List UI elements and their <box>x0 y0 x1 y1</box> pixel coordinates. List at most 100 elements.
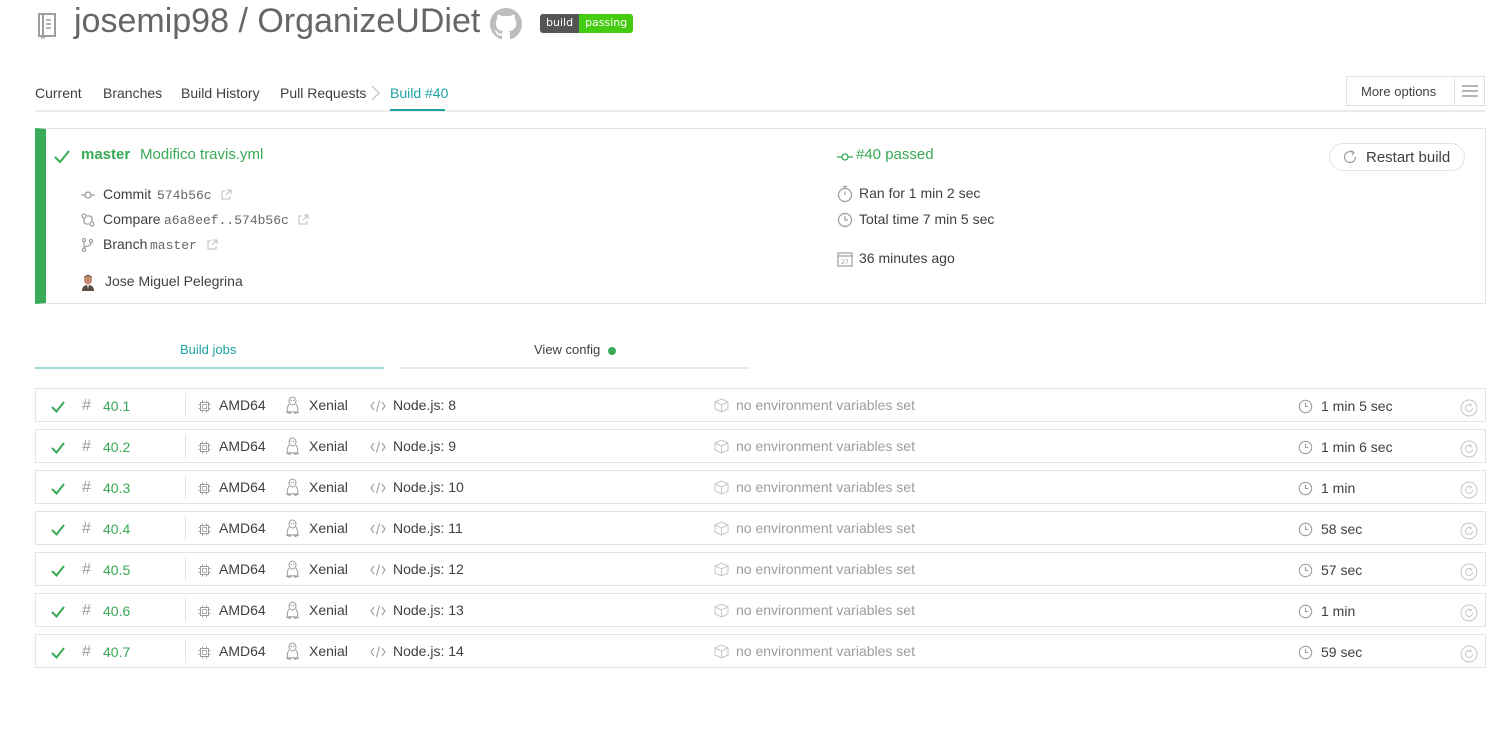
code-icon <box>370 646 386 658</box>
job-hash: # <box>82 397 91 414</box>
linux-icon <box>285 601 300 619</box>
job-number: 40.2 <box>103 439 131 455</box>
tab-current[interactable]: Current <box>35 85 82 101</box>
job-number: 40.5 <box>103 562 131 578</box>
job-duration: 1 min 5 sec <box>1321 398 1393 414</box>
linux-icon <box>285 437 300 455</box>
job-divider <box>185 475 186 499</box>
job-row[interactable]: # 40.6 AMD64 Xenial Node.js: 13 no envir… <box>35 593 1486 627</box>
job-row[interactable]: # 40.1 AMD64 Xenial Node.js: 8 no enviro… <box>35 388 1486 422</box>
restart-icon[interactable] <box>1460 481 1478 499</box>
code-icon <box>370 400 386 412</box>
box-icon <box>714 439 729 454</box>
job-os: Xenial <box>309 602 348 618</box>
tab-branches[interactable]: Branches <box>103 85 162 101</box>
chevron-right-icon <box>371 85 380 101</box>
linux-icon <box>285 642 300 660</box>
job-language: Node.js: 13 <box>393 602 464 618</box>
clock-icon <box>1298 522 1313 537</box>
job-os: Xenial <box>309 643 348 659</box>
branch-label: Branch <box>103 236 148 252</box>
job-os: Xenial <box>309 561 348 577</box>
box-icon <box>714 521 729 536</box>
restart-icon[interactable] <box>1460 399 1478 417</box>
linux-icon <box>285 396 300 414</box>
job-row[interactable]: # 40.7 AMD64 Xenial Node.js: 14 no envir… <box>35 634 1486 668</box>
code-icon <box>370 564 386 576</box>
job-env: no environment variables set <box>736 397 915 413</box>
restart-build-label: Restart build <box>1366 148 1451 166</box>
check-icon <box>54 150 70 164</box>
github-icon[interactable] <box>490 8 522 40</box>
job-divider <box>185 639 186 663</box>
job-arch: AMD64 <box>219 561 266 577</box>
compare-label: Compare <box>103 211 161 227</box>
clock-icon <box>1298 481 1313 496</box>
job-row[interactable]: # 40.5 AMD64 Xenial Node.js: 12 no envir… <box>35 552 1486 586</box>
tab-view-config[interactable]: View config <box>534 342 600 357</box>
view-config-tab-underline <box>400 367 749 369</box>
code-icon <box>370 605 386 617</box>
compare-icon <box>81 213 95 227</box>
job-number: 40.4 <box>103 521 131 537</box>
restart-icon[interactable] <box>1460 522 1478 540</box>
box-icon <box>714 603 729 618</box>
branch-name-link[interactable]: master <box>150 238 197 253</box>
clock-icon <box>1298 399 1313 414</box>
job-row[interactable]: # 40.4 AMD64 Xenial Node.js: 11 no envir… <box>35 511 1486 545</box>
avatar <box>80 274 96 291</box>
build-branch-link[interactable]: master <box>81 146 130 163</box>
compare-range-link[interactable]: a6a8eef..574b56c <box>164 213 289 228</box>
repo-separator: / <box>238 2 248 40</box>
commit-message[interactable]: Modifico travis.yml <box>140 146 263 163</box>
job-duration: 59 sec <box>1321 644 1363 660</box>
restart-icon[interactable] <box>1460 440 1478 458</box>
tab-build-history[interactable]: Build History <box>181 85 260 101</box>
ran-for: Ran for 1 min 2 sec <box>859 185 981 201</box>
tab-build-jobs[interactable]: Build jobs <box>180 342 236 357</box>
job-env: no environment variables set <box>736 643 915 659</box>
job-duration: 1 min 6 sec <box>1321 439 1393 455</box>
job-env: no environment variables set <box>736 479 915 495</box>
build-status-badge[interactable]: build passing <box>540 14 634 33</box>
job-hash: # <box>82 602 91 619</box>
build-status: #40 passed <box>856 146 934 163</box>
job-divider <box>185 598 186 622</box>
job-language: Node.js: 9 <box>393 438 457 454</box>
restart-icon[interactable] <box>1460 604 1478 622</box>
cpu-icon <box>198 400 211 413</box>
restart-icon[interactable] <box>1460 563 1478 581</box>
tab-build[interactable]: Build #40 <box>390 85 448 101</box>
job-row[interactable]: # 40.3 AMD64 Xenial Node.js: 10 no envir… <box>35 470 1486 504</box>
commit-sha-link[interactable]: 574b56c <box>157 188 212 203</box>
job-duration: 58 sec <box>1321 521 1363 537</box>
active-tab-underline <box>390 109 445 111</box>
job-arch: AMD64 <box>219 438 266 454</box>
job-os: Xenial <box>309 479 348 495</box>
external-link-icon[interactable] <box>221 189 232 200</box>
repo-owner-link[interactable]: josemip98 <box>74 2 229 40</box>
job-language: Node.js: 14 <box>393 643 464 659</box>
repo-name-link[interactable]: OrganizeUDiet <box>257 2 480 40</box>
more-options-button[interactable]: More options <box>1346 76 1485 106</box>
check-icon <box>51 647 65 660</box>
job-hash: # <box>82 520 91 537</box>
job-hash: # <box>82 438 91 455</box>
tab-pull-requests[interactable]: Pull Requests <box>280 85 366 101</box>
external-link-icon[interactable] <box>207 239 218 250</box>
clock-icon <box>1298 604 1313 619</box>
job-os: Xenial <box>309 438 348 454</box>
job-env: no environment variables set <box>736 561 915 577</box>
job-arch: AMD64 <box>219 602 266 618</box>
restart-build-button[interactable]: Restart build <box>1329 143 1465 171</box>
hamburger-icon <box>1454 77 1484 105</box>
cpu-icon <box>198 482 211 495</box>
box-icon <box>714 562 729 577</box>
restart-icon[interactable] <box>1460 645 1478 663</box>
external-link-icon[interactable] <box>298 214 309 225</box>
clock-icon <box>837 212 853 228</box>
calendar-day: 27 <box>841 259 849 266</box>
config-status-dot <box>608 347 616 355</box>
job-row[interactable]: # 40.2 AMD64 Xenial Node.js: 9 no enviro… <box>35 429 1486 463</box>
job-number: 40.1 <box>103 398 131 414</box>
